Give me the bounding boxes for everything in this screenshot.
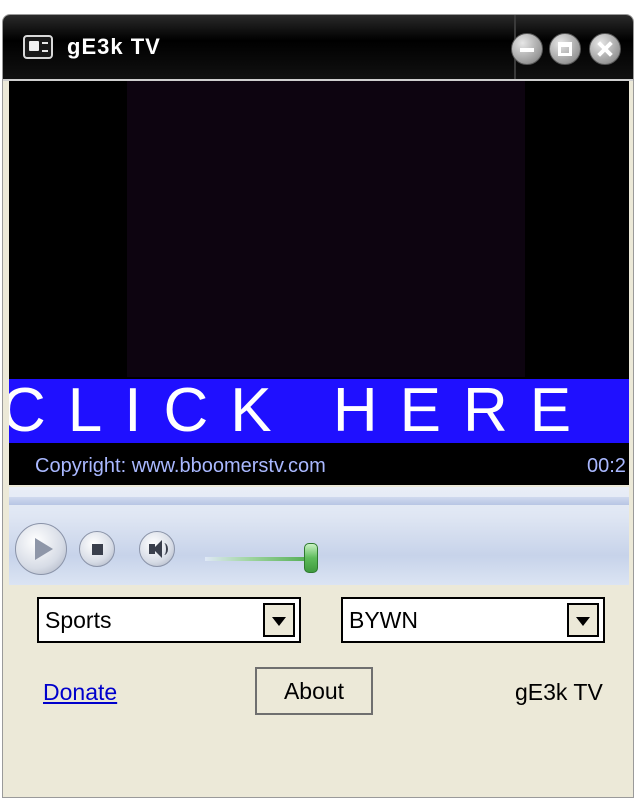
speaker-icon bbox=[149, 540, 162, 558]
video-status-bar: Copyright: www.bboomerstv.com 00:2 bbox=[9, 447, 629, 485]
click-here-banner[interactable]: CLICK HERE bbox=[9, 379, 629, 443]
timecode: 00:2 bbox=[587, 455, 626, 477]
volume-slider-thumb[interactable] bbox=[303, 543, 318, 573]
title-bar[interactable]: gE3k TV bbox=[3, 15, 633, 81]
tv-icon bbox=[23, 35, 53, 59]
banner-text: CLICK HERE bbox=[9, 379, 594, 443]
close-button[interactable] bbox=[589, 33, 621, 65]
sound-wave-icon bbox=[160, 543, 168, 555]
video-frame bbox=[127, 81, 525, 377]
minimize-button[interactable] bbox=[511, 33, 543, 65]
stop-button[interactable] bbox=[79, 531, 115, 567]
window-title: gE3k TV bbox=[67, 34, 161, 59]
chevron-down-icon[interactable] bbox=[263, 603, 295, 637]
seek-bar[interactable] bbox=[9, 497, 629, 505]
mute-button[interactable] bbox=[139, 531, 175, 567]
maximize-button[interactable] bbox=[549, 33, 581, 65]
channel-select-value: BYWN bbox=[349, 607, 418, 633]
about-button[interactable]: About bbox=[255, 667, 373, 715]
brand-label: gE3k TV bbox=[515, 679, 603, 705]
copyright-text: Copyright: www.bboomerstv.com bbox=[35, 455, 326, 477]
play-button[interactable] bbox=[15, 523, 67, 575]
chevron-down-icon[interactable] bbox=[567, 603, 599, 637]
volume-slider-track[interactable] bbox=[205, 557, 317, 561]
video-area[interactable]: CLICK HERE Copyright: www.bboomerstv.com… bbox=[9, 81, 629, 485]
player-controls bbox=[9, 487, 629, 585]
genre-select[interactable]: Sports bbox=[37, 597, 301, 643]
channel-select[interactable]: BYWN bbox=[341, 597, 605, 643]
app-window: gE3k TV CLICK HERE Copyright: www.bboome… bbox=[2, 14, 634, 798]
donate-link[interactable]: Donate bbox=[43, 679, 117, 706]
genre-select-value: Sports bbox=[45, 607, 112, 633]
